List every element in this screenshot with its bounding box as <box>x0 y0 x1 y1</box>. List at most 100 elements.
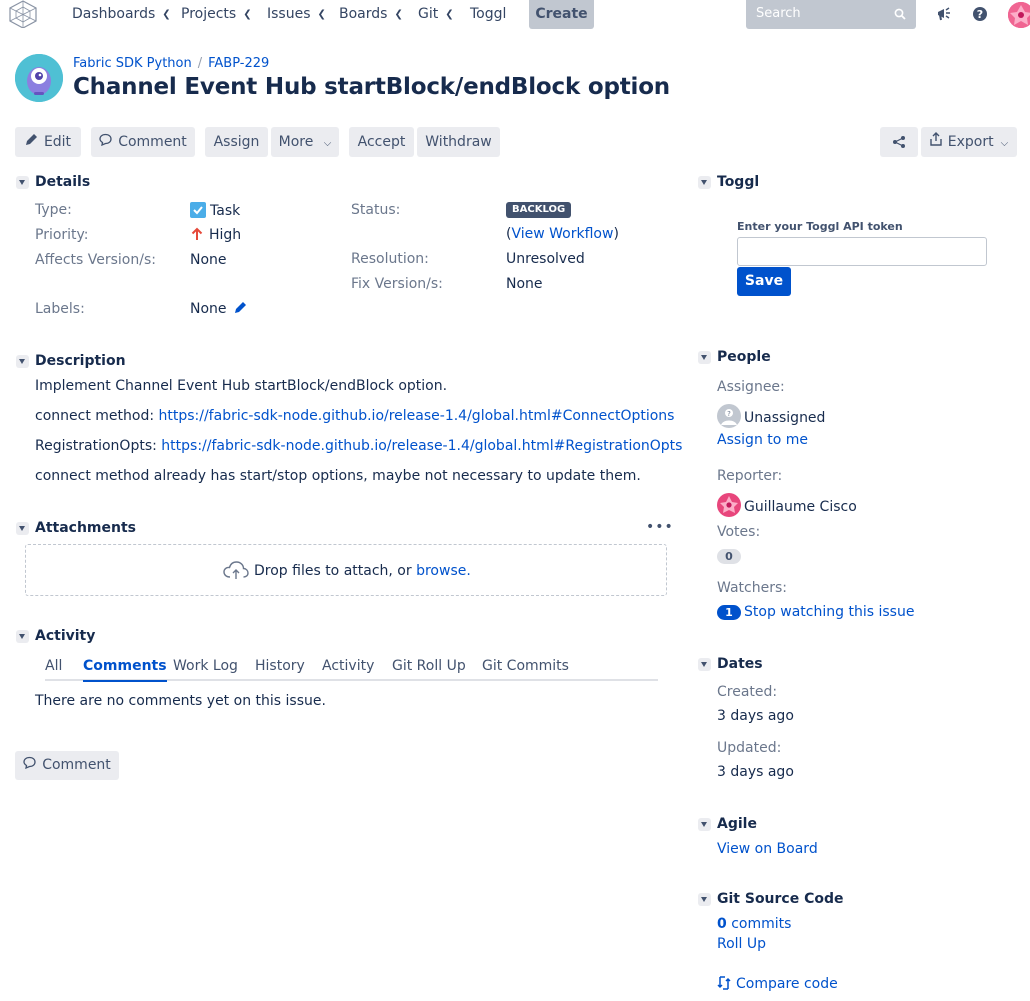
nav-git-label: Git <box>418 6 439 22</box>
git-roll-up-link[interactable]: Roll Up <box>717 936 766 952</box>
comment-button[interactable]: Comment <box>91 127 195 157</box>
tab-all[interactable]: All <box>45 658 62 674</box>
description-line-4: connect method already has start/stop op… <box>35 468 641 484</box>
reporter-text: Guillaume Cisco <box>744 499 857 515</box>
export-label: Export <box>947 134 994 150</box>
megaphone-icon[interactable] <box>935 5 953 23</box>
registration-opts-link[interactable]: https://fabric-sdk-node.github.io/releas… <box>161 438 682 454</box>
edit-labels-pencil-icon[interactable] <box>234 301 247 314</box>
nav-toggl[interactable]: Toggl <box>470 6 506 22</box>
create-button[interactable]: Create <box>529 0 594 29</box>
chevron-down-icon: ❮ <box>162 9 171 20</box>
more-label: More <box>278 134 314 150</box>
votes-count[interactable]: 0 <box>717 549 741 564</box>
description-toggle[interactable] <box>16 355 29 368</box>
search-placeholder: Search <box>756 6 801 21</box>
assign-to-me-link[interactable]: Assign to me <box>717 432 808 448</box>
cloud-upload-icon <box>223 561 249 579</box>
tab-comments[interactable]: Comments <box>83 658 167 682</box>
project-avatar[interactable] <box>15 54 63 102</box>
jira-logo-icon[interactable] <box>6 0 40 28</box>
agile-toggle[interactable] <box>698 818 711 831</box>
assign-button[interactable]: Assign <box>205 127 268 157</box>
reporter-label: Reporter: <box>717 468 783 484</box>
more-options-icon[interactable]: ••• <box>646 519 674 535</box>
nav-dashboards-label: Dashboards <box>72 6 156 22</box>
top-navigation: Dashboards ❮ Projects ❮ Issues ❮ Boards ❮ Gi… <box>0 0 1030 29</box>
details-heading: Details <box>35 174 91 190</box>
votes-label: Votes: <box>717 524 761 540</box>
view-on-board-link[interactable]: View on Board <box>717 841 818 857</box>
no-comments-text: There are no comments yet on this issue. <box>35 693 326 709</box>
type-value: Task <box>190 202 240 219</box>
nav-issues[interactable]: Issues ❮ <box>267 6 326 22</box>
people-heading: People <box>717 349 771 365</box>
nav-boards[interactable]: Boards ❮ <box>339 6 403 22</box>
description-line-3: RegistrationOpts: https://fabric-sdk-nod… <box>35 438 682 454</box>
user-avatar[interactable] <box>1008 2 1030 28</box>
tab-work-log[interactable]: Work Log <box>173 658 238 674</box>
assignee-label: Assignee: <box>717 379 785 395</box>
svg-text:?: ? <box>727 410 731 418</box>
breadcrumb-project[interactable]: Fabric SDK Python <box>73 56 192 71</box>
assignee-text: Unassigned <box>744 410 826 426</box>
attachments-toggle[interactable] <box>16 522 29 535</box>
chevron-down-icon: ❮ <box>243 9 252 20</box>
connect-options-link[interactable]: https://fabric-sdk-node.github.io/releas… <box>159 408 675 424</box>
export-button[interactable]: Export ⌵ <box>921 127 1017 157</box>
status-label: Status: <box>351 202 401 218</box>
people-toggle[interactable] <box>698 351 711 364</box>
resolution-value: Unresolved <box>506 251 585 267</box>
toggl-heading: Toggl <box>717 174 760 190</box>
breadcrumb-separator: / <box>197 56 203 71</box>
page-title: Channel Event Hub startBlock/endBlock op… <box>73 74 670 100</box>
compare-arrows-icon <box>717 976 731 990</box>
nav-projects[interactable]: Projects ❮ <box>181 6 252 22</box>
tab-history[interactable]: History <box>255 658 305 674</box>
git-toggle[interactable] <box>698 893 711 906</box>
pencil-icon <box>25 127 38 157</box>
compare-code-label: Compare code <box>736 976 838 992</box>
toggl-token-input[interactable] <box>737 237 987 266</box>
add-comment-button[interactable]: Comment <box>15 751 119 780</box>
accept-button[interactable]: Accept <box>349 127 414 157</box>
toggl-save-button[interactable]: Save <box>737 267 791 296</box>
activity-toggle[interactable] <box>16 630 29 643</box>
updated-label: Updated: <box>717 740 782 756</box>
browse-link[interactable]: browse. <box>416 563 471 579</box>
dates-toggle[interactable] <box>698 658 711 671</box>
toggl-toggle[interactable] <box>698 176 711 189</box>
search-input[interactable]: Search <box>746 0 916 29</box>
export-icon <box>930 127 942 157</box>
attachment-dropzone[interactable]: Drop files to attach, or browse. <box>25 544 667 596</box>
git-commits-link[interactable]: 0 commits <box>717 916 791 932</box>
view-workflow: (View Workflow) <box>506 226 619 242</box>
edit-button[interactable]: Edit <box>15 127 81 157</box>
git-commits-label: commits <box>726 916 792 932</box>
compare-code-link[interactable]: Compare code <box>717 976 838 992</box>
agile-heading: Agile <box>717 816 757 832</box>
priority-value: High <box>190 227 241 243</box>
description-line-2: connect method: https://fabric-sdk-node.… <box>35 408 674 424</box>
watchers-count[interactable]: 1 <box>717 605 741 620</box>
labels-label: Labels: <box>35 301 85 317</box>
withdraw-button[interactable]: Withdraw <box>417 127 500 157</box>
nav-git[interactable]: Git ❮ <box>418 6 454 22</box>
help-icon[interactable]: ? <box>971 5 989 23</box>
tab-git-roll-up[interactable]: Git Roll Up <box>392 658 466 674</box>
nav-boards-label: Boards <box>339 6 388 22</box>
nav-dashboards[interactable]: Dashboards ❮ <box>72 6 171 22</box>
share-button[interactable] <box>880 127 918 157</box>
git-heading: Git Source Code <box>717 891 844 907</box>
add-comment-label: Comment <box>42 757 111 773</box>
tab-activity[interactable]: Activity <box>322 658 374 674</box>
details-toggle[interactable] <box>16 176 29 189</box>
search-icon <box>894 8 906 20</box>
more-button[interactable]: More ⌵ <box>271 127 339 157</box>
toggl-token-label: Enter your Toggl API token <box>737 220 903 233</box>
git-commits-count: 0 <box>717 916 727 932</box>
breadcrumb-issue-key[interactable]: FABP-229 <box>208 56 269 71</box>
stop-watching-link[interactable]: Stop watching this issue <box>744 604 914 620</box>
tab-git-commits[interactable]: Git Commits <box>482 658 569 674</box>
view-workflow-link[interactable]: View Workflow <box>511 226 613 242</box>
